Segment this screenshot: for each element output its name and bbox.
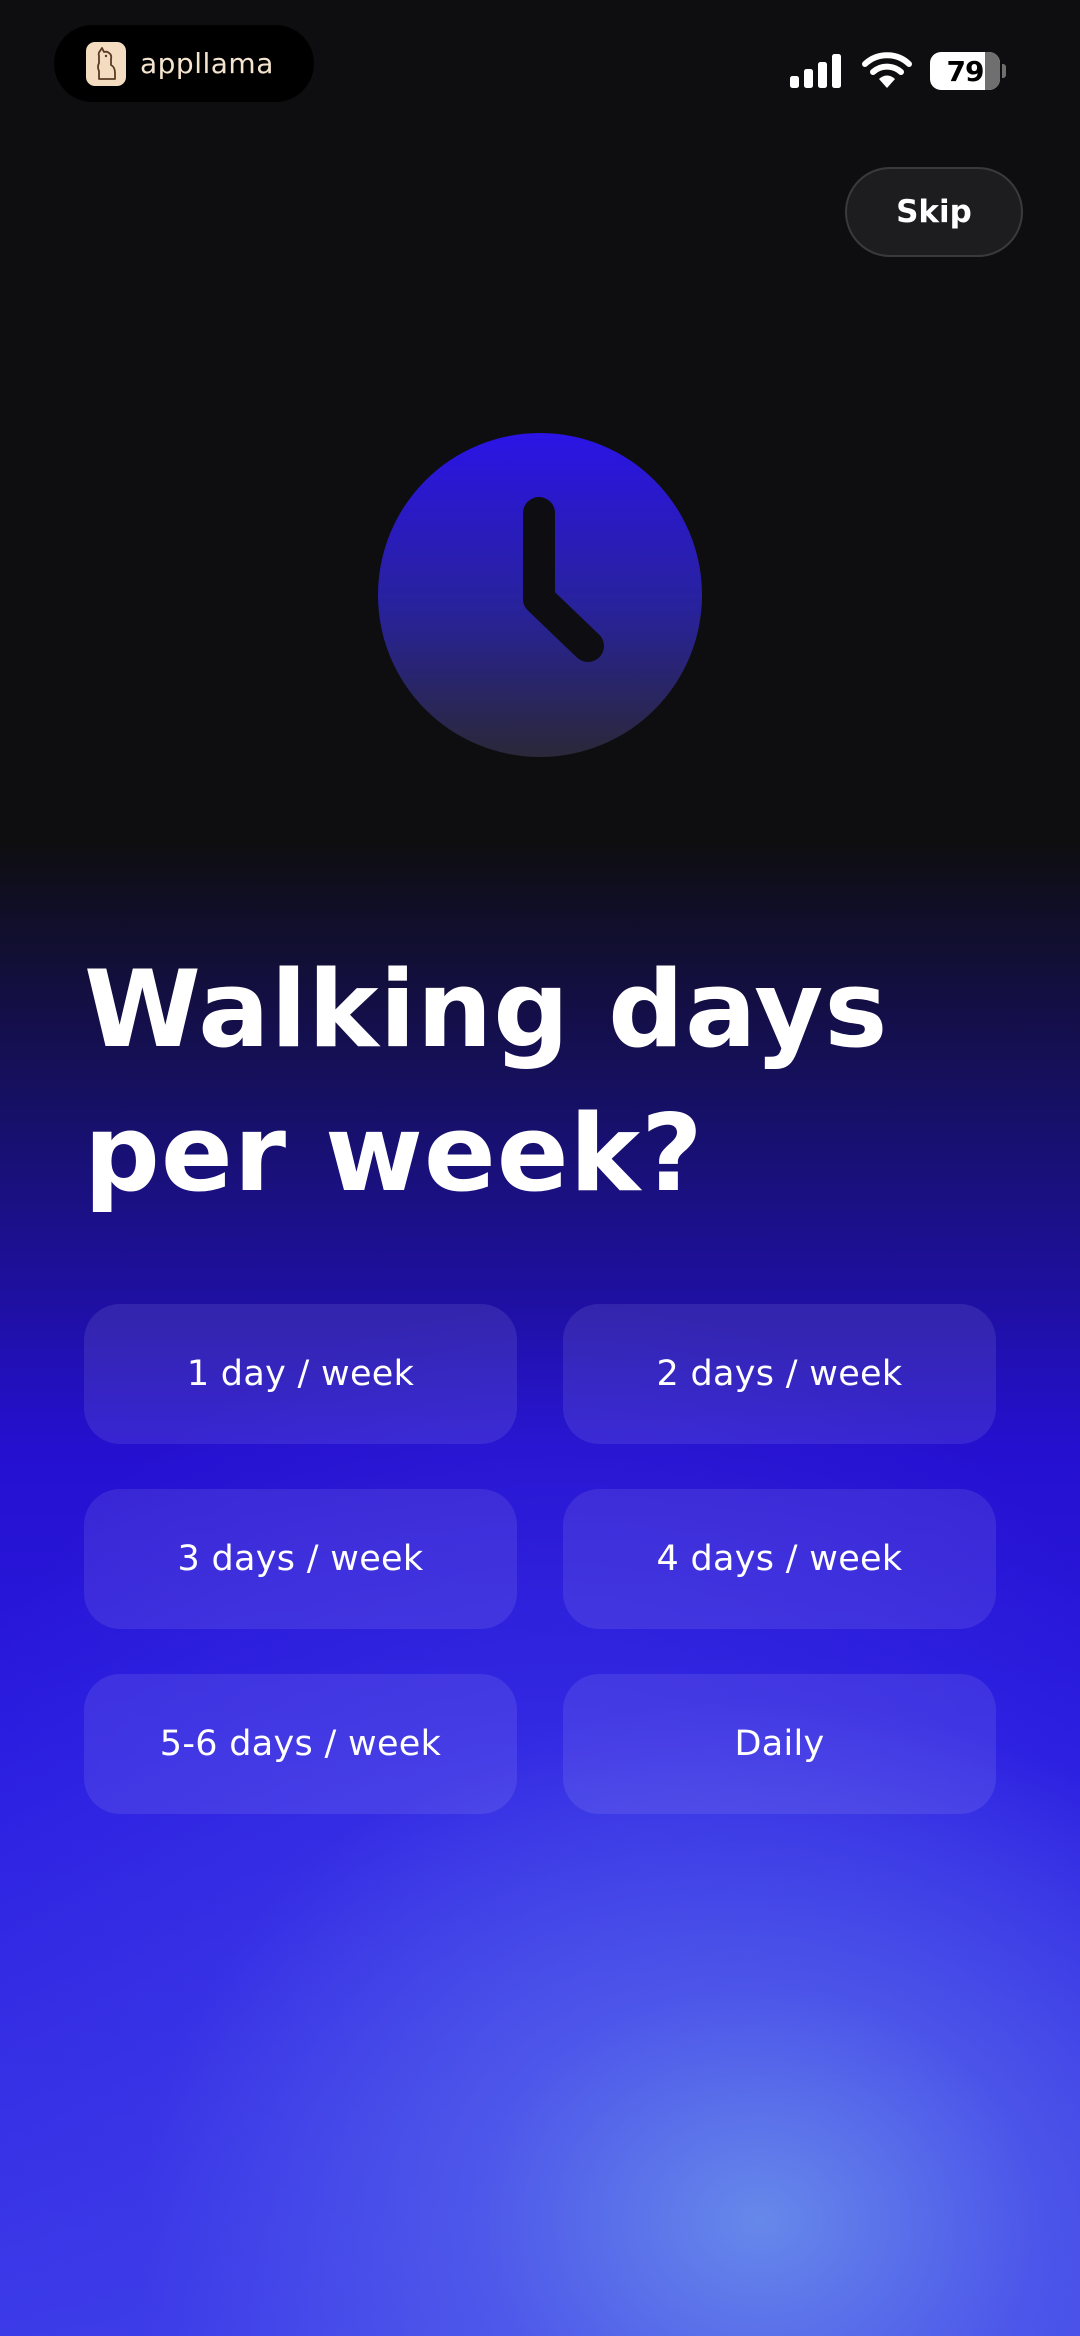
- skip-button[interactable]: Skip: [845, 167, 1023, 257]
- app-badge: appllama: [54, 25, 314, 102]
- option-3-days[interactable]: 3 days / week: [84, 1489, 517, 1629]
- option-2-days[interactable]: 2 days / week: [563, 1304, 996, 1444]
- cellular-signal-icon: [790, 54, 841, 88]
- title-line-2: per week?: [84, 1092, 704, 1215]
- battery-icon: 79: [930, 52, 1000, 90]
- frequency-options: 1 day / week 2 days / week 3 days / week…: [84, 1304, 996, 1814]
- llama-logo-icon: [86, 41, 126, 86]
- option-4-days[interactable]: 4 days / week: [563, 1489, 996, 1629]
- battery-level: 79: [946, 54, 985, 88]
- option-5-6-days[interactable]: 5-6 days / week: [84, 1674, 517, 1814]
- status-bar: appllama 79: [0, 0, 1080, 130]
- clock-icon: [378, 433, 702, 757]
- title-line-1: Walking days: [84, 948, 889, 1071]
- wifi-icon: [862, 52, 912, 88]
- option-1-day[interactable]: 1 day / week: [84, 1304, 517, 1444]
- onboarding-screen: appllama 79 Skip Walking days per week? …: [0, 0, 1080, 2336]
- page-title: Walking days per week?: [84, 938, 1004, 1226]
- battery-tip: [1002, 64, 1006, 78]
- option-daily[interactable]: Daily: [563, 1674, 996, 1814]
- app-name: appllama: [140, 47, 274, 80]
